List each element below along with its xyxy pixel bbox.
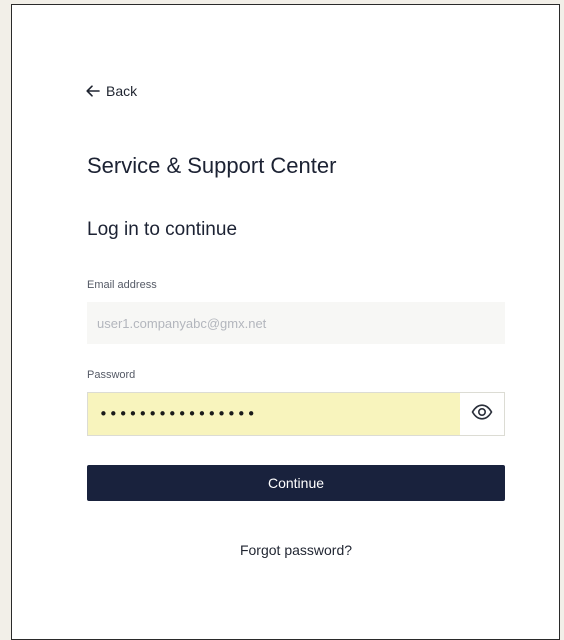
password-field[interactable] (88, 393, 460, 435)
email-field[interactable] (87, 302, 505, 344)
back-label: Back (106, 83, 138, 99)
continue-button[interactable]: Continue (87, 465, 505, 501)
back-link[interactable]: Back (86, 83, 137, 99)
email-label: Email address (87, 279, 157, 291)
arrow-left-icon (86, 85, 100, 97)
password-label: Password (87, 369, 136, 381)
login-card: Back Service & Support Center Log in to … (11, 4, 560, 640)
page-background: Back Service & Support Center Log in to … (0, 0, 564, 640)
forgot-password-link[interactable]: Forgot password? (87, 542, 505, 558)
page-title: Service & Support Center (87, 153, 337, 178)
eye-icon (471, 403, 493, 425)
show-password-toggle[interactable] (460, 393, 504, 435)
page-subtitle: Log in to continue (87, 219, 238, 240)
password-field-wrapper (87, 392, 505, 436)
